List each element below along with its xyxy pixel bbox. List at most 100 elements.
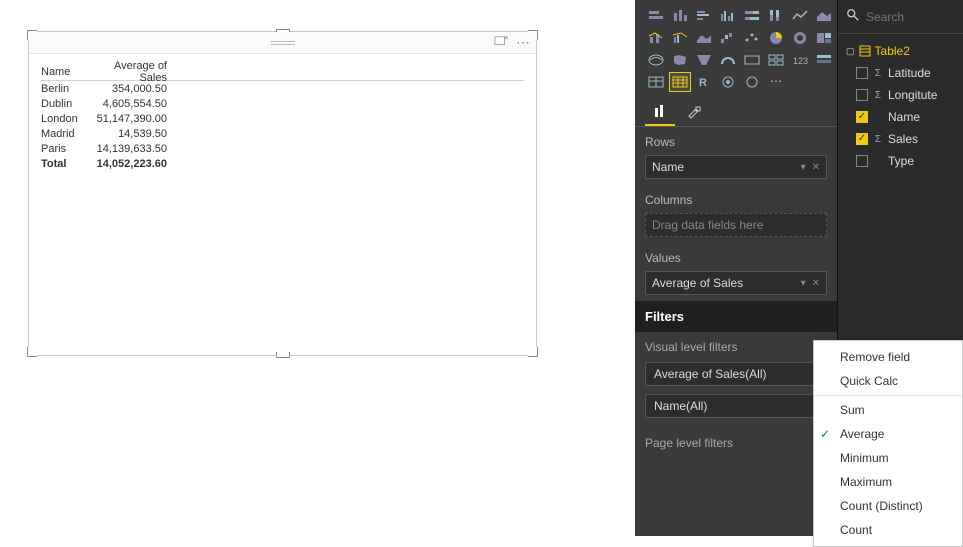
- visual-header: [29, 32, 536, 54]
- tab-format[interactable]: [679, 100, 709, 126]
- field-label: Longitute: [888, 88, 937, 102]
- field-latitude[interactable]: Σ Latitude: [842, 62, 959, 84]
- r-visual-icon[interactable]: R: [693, 72, 715, 92]
- focus-mode-icon[interactable]: [494, 35, 508, 49]
- chevron-down-icon[interactable]: ▾: [801, 278, 806, 289]
- search-icon: [846, 8, 860, 25]
- visualizations-pane: 123 R ⋯ Rows Name ▾: [635, 0, 837, 536]
- field-longitute[interactable]: Σ Longitute: [842, 84, 959, 106]
- resize-handle-br[interactable]: [528, 347, 538, 357]
- check-icon: ✓: [820, 427, 830, 441]
- import-visual-icon[interactable]: ⋯: [765, 72, 787, 92]
- field-name[interactable]: Σ Name: [842, 106, 959, 128]
- table-icon[interactable]: [645, 72, 667, 92]
- columns-well[interactable]: Drag data fields here: [645, 213, 827, 237]
- multi-row-card-icon[interactable]: [765, 50, 787, 70]
- filter-chip-sales[interactable]: Average of Sales(All): [645, 362, 827, 386]
- checkbox[interactable]: [856, 155, 868, 167]
- tab-fields[interactable]: [645, 100, 675, 126]
- ctx-remove-field[interactable]: Remove field: [814, 345, 962, 369]
- table-row[interactable]: Berlin 354,000.50: [41, 81, 524, 96]
- total-value: 14,052,223.60: [87, 158, 167, 170]
- python-visual-icon[interactable]: [717, 72, 739, 92]
- table-icon: [859, 45, 871, 57]
- report-canvas[interactable]: Name Average of Sales Berlin 354,000.50 …: [0, 0, 635, 536]
- area-chart-icon[interactable]: [813, 6, 835, 26]
- rows-chip: Name: [652, 160, 684, 174]
- ctx-minimum[interactable]: Minimum: [814, 446, 962, 470]
- table-row[interactable]: Madrid 14,539.50: [41, 126, 524, 141]
- rows-well[interactable]: Name ▾ ✕: [645, 155, 827, 179]
- page-filters-label: Page level filters: [635, 422, 837, 456]
- scatter-icon[interactable]: [741, 28, 763, 48]
- cell-name: Dublin: [41, 98, 87, 110]
- search-input[interactable]: [866, 10, 963, 24]
- field-type[interactable]: Σ Type: [842, 150, 959, 172]
- filters-header[interactable]: Filters: [635, 301, 837, 332]
- pie-icon[interactable]: [765, 28, 787, 48]
- fields-tree: ▢ Table2 Σ Latitude Σ Longitute Σ Name: [838, 34, 963, 178]
- gauge-icon[interactable]: [717, 50, 739, 70]
- stacked-bar-icon[interactable]: [645, 6, 667, 26]
- field-label: Sales: [888, 132, 918, 146]
- caret-down-icon: ▢: [846, 46, 855, 57]
- stacked-bar-100-icon[interactable]: [741, 6, 763, 26]
- drag-grip-icon[interactable]: [271, 41, 295, 45]
- checkbox[interactable]: [856, 67, 868, 79]
- ctx-sum[interactable]: Sum: [814, 398, 962, 422]
- ctx-quick-calc[interactable]: Quick Calc: [814, 369, 962, 396]
- field-sales[interactable]: Σ Sales: [842, 128, 959, 150]
- header-value[interactable]: Average of Sales: [87, 60, 167, 84]
- table-row[interactable]: Paris 14,139,633.50: [41, 141, 524, 156]
- line-chart-icon[interactable]: [789, 6, 811, 26]
- checkbox-checked[interactable]: [856, 133, 868, 145]
- field-panel-tabs: [635, 94, 837, 127]
- funnel-icon[interactable]: [693, 50, 715, 70]
- resize-handle-bl[interactable]: [27, 347, 37, 357]
- card-icon[interactable]: [741, 50, 763, 70]
- slicer-icon[interactable]: [813, 50, 835, 70]
- ctx-count-distinct[interactable]: Count (Distinct): [814, 494, 962, 518]
- resize-handle-bm[interactable]: [276, 352, 290, 358]
- matrix-icon[interactable]: [669, 72, 691, 92]
- remove-x-icon[interactable]: ✕: [812, 278, 820, 289]
- filled-map-icon[interactable]: [669, 50, 691, 70]
- values-chip: Average of Sales: [652, 276, 743, 290]
- checkbox[interactable]: [856, 89, 868, 101]
- more-options-icon[interactable]: [516, 35, 530, 49]
- arcgis-icon[interactable]: [741, 72, 763, 92]
- table-total-row[interactable]: Total 14,052,223.60: [41, 156, 524, 171]
- map-icon[interactable]: [645, 50, 667, 70]
- header-name[interactable]: Name: [41, 66, 87, 78]
- cell-value: 51,147,390.00: [87, 113, 167, 125]
- table-node[interactable]: ▢ Table2: [842, 40, 959, 62]
- ribbon-chart-icon[interactable]: [693, 28, 715, 48]
- line-stacked-icon[interactable]: [645, 28, 667, 48]
- table-row[interactable]: London 51,147,390.00: [41, 111, 524, 126]
- stacked-column-icon[interactable]: [669, 6, 691, 26]
- visual-filters-label: Visual level filters: [635, 332, 837, 358]
- svg-text:123: 123: [793, 56, 808, 66]
- ctx-maximum[interactable]: Maximum: [814, 470, 962, 494]
- kpi-icon[interactable]: 123: [789, 50, 811, 70]
- table-row[interactable]: Dublin 4,605,554.50: [41, 96, 524, 111]
- ctx-average[interactable]: ✓ Average: [814, 422, 962, 446]
- fields-search[interactable]: [838, 0, 963, 34]
- field-label: Name: [888, 110, 920, 124]
- waterfall-icon[interactable]: [717, 28, 739, 48]
- remove-x-icon[interactable]: ✕: [812, 162, 820, 173]
- chevron-down-icon[interactable]: ▾: [801, 162, 806, 173]
- matrix-body: Name Average of Sales Berlin 354,000.50 …: [29, 54, 536, 181]
- stacked-column-100-icon[interactable]: [765, 6, 787, 26]
- checkbox-checked[interactable]: [856, 111, 868, 123]
- treemap-icon[interactable]: [813, 28, 835, 48]
- ctx-count[interactable]: Count: [814, 518, 962, 542]
- cell-value: 4,605,554.50: [87, 98, 167, 110]
- values-well[interactable]: Average of Sales ▾ ✕: [645, 271, 827, 295]
- clustered-bar-icon[interactable]: [693, 6, 715, 26]
- visual-matrix[interactable]: Name Average of Sales Berlin 354,000.50 …: [28, 31, 537, 356]
- clustered-column-icon[interactable]: [717, 6, 739, 26]
- filter-chip-name[interactable]: Name(All): [645, 394, 827, 418]
- line-clustered-icon[interactable]: [669, 28, 691, 48]
- donut-icon[interactable]: [789, 28, 811, 48]
